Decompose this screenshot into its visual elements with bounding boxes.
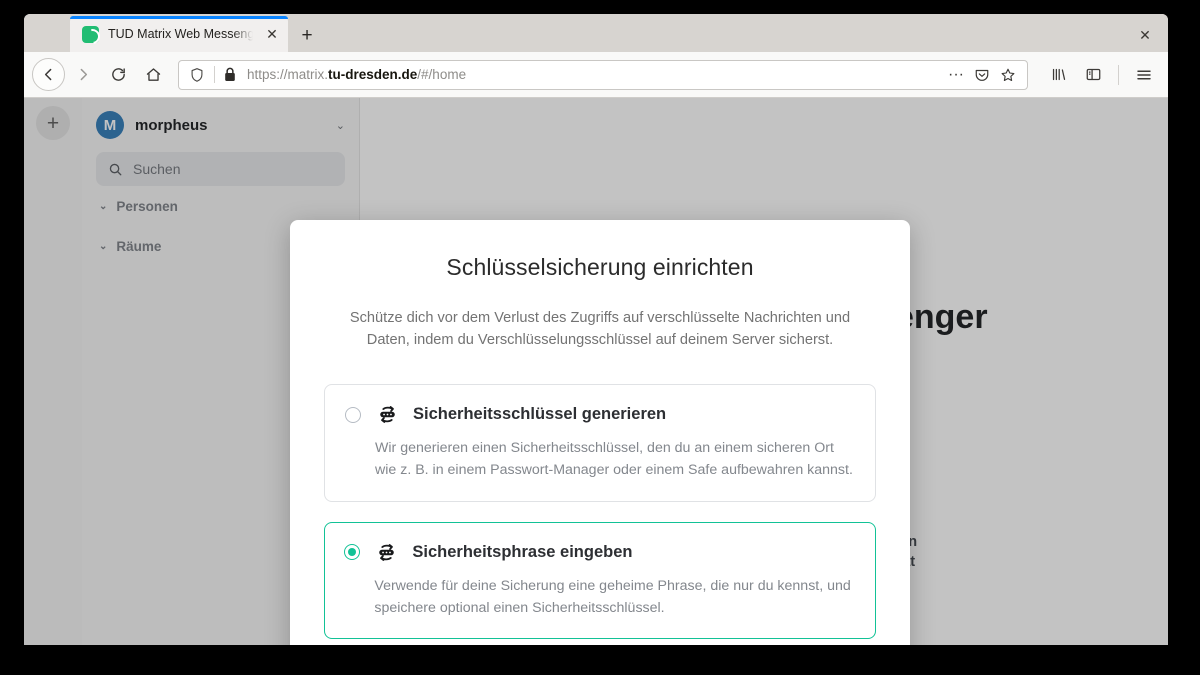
close-icon[interactable]: ✕	[262, 24, 282, 44]
hamburger-menu-icon[interactable]	[1127, 58, 1160, 91]
page-actions-button[interactable]: ···	[943, 62, 969, 88]
page-viewport: + M morpheus ⌄ Suchen ⌄ Personen ⌄ Räume…	[24, 98, 1168, 645]
url-path: /#/home	[417, 67, 467, 82]
forward-button[interactable]	[67, 58, 100, 91]
option-title: Sicherheitsschlüssel generieren	[413, 405, 667, 424]
radio-generate-security-key[interactable]	[345, 406, 361, 423]
home-button[interactable]	[137, 58, 170, 91]
url-bar[interactable]: https://matrix.tu-dresden.de/#/home ···	[178, 59, 1028, 90]
new-tab-button[interactable]: +	[288, 19, 326, 52]
option-generate-security-key[interactable]: Sicherheitsschlüssel generieren Wir gene…	[324, 384, 876, 503]
shield-icon[interactable]	[187, 67, 207, 83]
key-backup-dialog: Schlüsselsicherung einrichten Schütze di…	[290, 220, 910, 645]
sidebar-icon[interactable]	[1077, 58, 1110, 91]
dialog-title: Schlüsselsicherung einrichten	[446, 254, 754, 280]
browser-window: TUD Matrix Web Messeng ✕ + ✕ https://mat…	[24, 14, 1168, 645]
library-icon[interactable]	[1042, 58, 1075, 91]
window-close-button[interactable]: ✕	[1122, 18, 1168, 52]
reload-button[interactable]	[102, 58, 135, 91]
toolbar-separator	[1118, 64, 1119, 85]
option-list: Sicherheitsschlüssel generieren Wir gene…	[324, 384, 876, 640]
option-header: Sicherheitsphrase eingeben	[344, 541, 853, 564]
navigation-toolbar: https://matrix.tu-dresden.de/#/home ···	[24, 52, 1168, 98]
option-description: Wir generieren einen Sicherheitsschlüsse…	[375, 440, 853, 479]
server-restore-icon	[374, 541, 398, 564]
browser-tab[interactable]: TUD Matrix Web Messeng ✕	[70, 16, 288, 52]
option-header: Sicherheitsschlüssel generieren	[345, 403, 853, 426]
url-scheme: https://matrix.	[247, 67, 329, 82]
url-domain: tu-dresden.de	[328, 67, 418, 82]
back-button[interactable]	[32, 58, 65, 91]
matrix-logo-icon	[82, 25, 99, 43]
option-title: Sicherheitsphrase eingeben	[412, 542, 633, 561]
browser-tab-title: TUD Matrix Web Messeng	[108, 27, 253, 41]
tab-strip-spacer	[24, 14, 70, 52]
url-text[interactable]: https://matrix.tu-dresden.de/#/home	[238, 67, 943, 82]
toolbar-right-icons	[1038, 58, 1160, 91]
tab-strip: TUD Matrix Web Messeng ✕ + ✕	[24, 14, 1168, 52]
option-description: Verwende für deine Sicherung eine geheim…	[374, 577, 851, 616]
dialog-description: Schütze dich vor dem Verlust des Zugriff…	[349, 310, 851, 349]
pocket-icon[interactable]	[969, 62, 995, 88]
padlock-icon[interactable]	[222, 67, 238, 82]
option-enter-security-phrase[interactable]: Sicherheitsphrase eingeben Verwende für …	[324, 522, 876, 640]
star-icon[interactable]	[995, 62, 1021, 88]
url-divider	[214, 66, 215, 83]
radio-enter-security-phrase[interactable]	[344, 544, 361, 561]
server-restore-icon	[375, 403, 399, 426]
